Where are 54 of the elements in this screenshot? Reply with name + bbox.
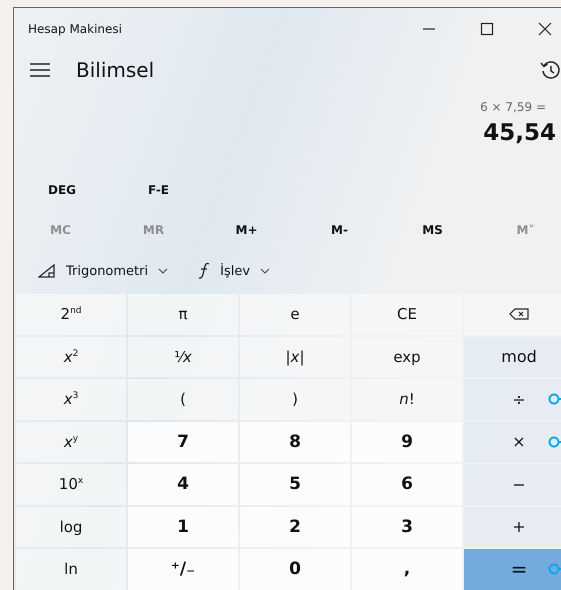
- expression-text: 6 × 7,59 =: [480, 100, 546, 114]
- calculator-key[interactable]: ÷: [464, 379, 561, 420]
- calculator-key[interactable]: n!: [352, 379, 462, 420]
- calculator-key[interactable]: mod: [464, 336, 561, 377]
- calculator-key[interactable]: ln: [16, 549, 126, 590]
- calculator-key[interactable]: 8: [240, 422, 350, 462]
- triangle-icon: [38, 264, 56, 278]
- calculator-key[interactable]: exp: [352, 336, 462, 377]
- close-icon[interactable]: [538, 22, 552, 36]
- calculator-key[interactable]: 1: [128, 506, 238, 547]
- chevron-icon: [158, 268, 168, 274]
- calculator-key[interactable]: ): [240, 379, 350, 420]
- calculator-key[interactable]: +: [464, 506, 561, 547]
- chevron-icon: [260, 268, 270, 274]
- memory-button[interactable]: MS: [386, 222, 479, 238]
- window-title: Hesap Makinesi: [28, 22, 122, 36]
- backspace-icon: [509, 308, 529, 320]
- mode-toggle-button[interactable]: F-E: [114, 182, 214, 198]
- calculator-key[interactable]: 2$^{nd}$: [16, 294, 126, 334]
- calculator-key[interactable]: 9: [352, 422, 462, 462]
- dropdown-button[interactable]: İşlev: [192, 261, 276, 281]
- result-display: 45,54: [483, 120, 556, 146]
- calculator-key[interactable]: 4: [128, 464, 238, 504]
- calculator-key[interactable]: log: [16, 506, 126, 547]
- calculator-key[interactable]: |x|: [240, 336, 350, 377]
- calculator-key[interactable]: π: [128, 294, 238, 334]
- calculator-key[interactable]: 7: [128, 422, 238, 462]
- maximize-icon[interactable]: [480, 22, 494, 36]
- calculator-key[interactable]: ⁺∕₋: [128, 549, 238, 590]
- calculator-key[interactable]: e: [240, 294, 350, 334]
- calculator-key[interactable]: 0: [240, 549, 350, 590]
- memory-button[interactable]: M-: [293, 222, 386, 238]
- calculator-key[interactable]: x$^{y}$: [16, 422, 126, 462]
- calculator-key[interactable]: 3: [352, 506, 462, 547]
- calculator-key[interactable]: 6: [352, 464, 462, 504]
- calculator-key[interactable]: 2: [240, 506, 350, 547]
- memory-button[interactable]: M+: [200, 222, 293, 238]
- calculator-key[interactable]: x$^{3}$: [16, 379, 126, 420]
- mode-title: Bilimsel: [76, 58, 154, 82]
- dropdown-button[interactable]: Trigonometri: [32, 262, 174, 280]
- calculator-key[interactable]: 5: [240, 464, 350, 504]
- calculator-key[interactable]: ,: [352, 549, 462, 590]
- calculator-key[interactable]: (: [128, 379, 238, 420]
- calculator-key[interactable]: x$^{2}$: [16, 336, 126, 377]
- calculator-key[interactable]: CE: [352, 294, 462, 334]
- calculator-key[interactable]: ¹⁄x: [128, 336, 238, 377]
- calculator-key[interactable]: 10$^{x}$: [16, 464, 126, 504]
- history-icon[interactable]: [540, 60, 560, 80]
- calculator-key[interactable]: =: [464, 549, 561, 590]
- calculator-key[interactable]: −: [464, 464, 561, 504]
- menu-icon[interactable]: [30, 63, 50, 77]
- mode-toggle-button[interactable]: DEG: [14, 182, 114, 198]
- calculator-key[interactable]: ×: [464, 422, 561, 462]
- function-icon: [198, 262, 210, 280]
